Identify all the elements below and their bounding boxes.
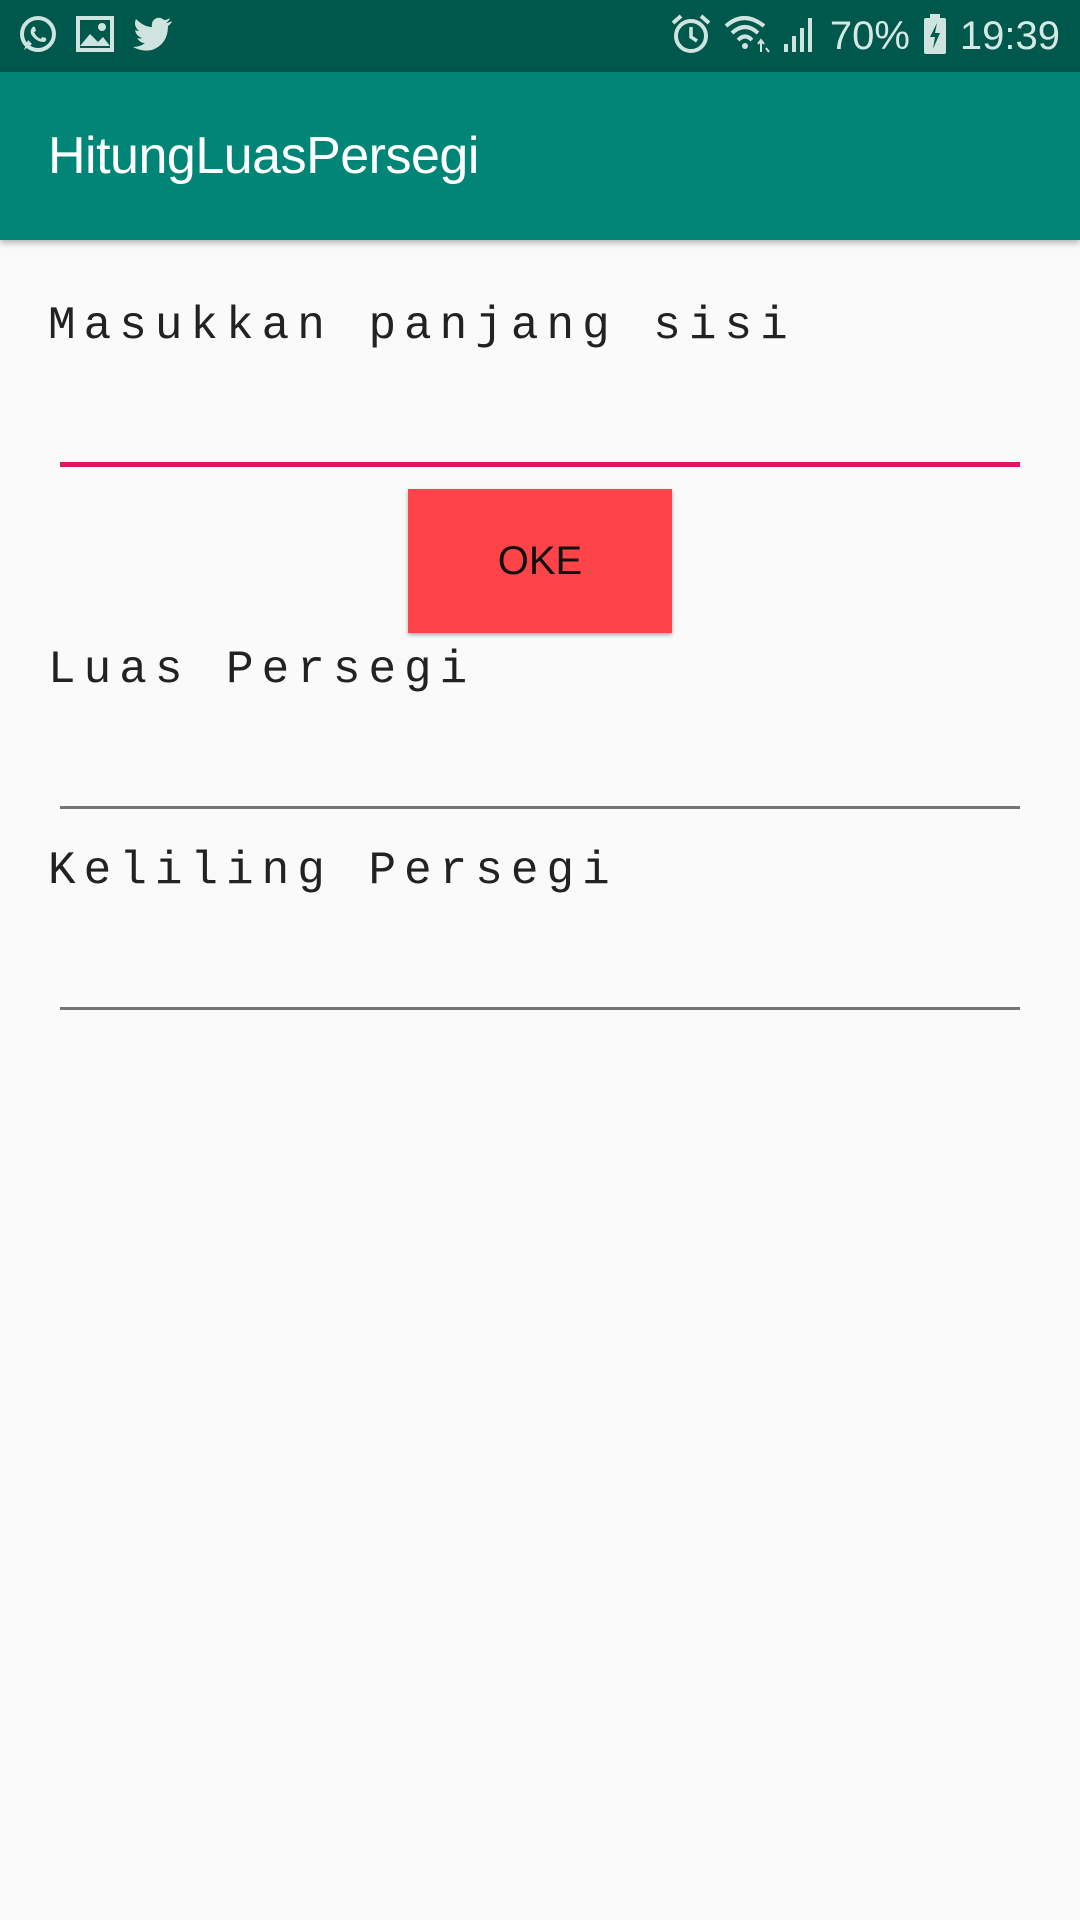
notification-icons <box>18 14 174 59</box>
side-length-input-underline <box>60 462 1020 467</box>
alarm-icon <box>670 13 712 60</box>
perimeter-field[interactable]: Keliling Persegi <box>48 845 618 897</box>
whatsapp-icon <box>18 14 58 59</box>
twitter-icon <box>132 16 174 57</box>
area-field-underline <box>60 806 1020 809</box>
clock-time: 19:39 <box>959 14 1060 58</box>
app-bar: HitungLuasPersegi <box>0 72 1080 240</box>
oke-button[interactable]: OKE <box>408 489 672 633</box>
status-bar: 70% 19:39 <box>0 0 1080 72</box>
app-title: HitungLuasPersegi <box>48 127 479 185</box>
battery-percentage: 70% <box>829 14 910 58</box>
area-field[interactable]: Luas Persegi <box>48 644 475 696</box>
wifi-icon <box>724 14 770 59</box>
perimeter-field-underline <box>60 1007 1020 1010</box>
battery-charging-icon <box>922 13 948 60</box>
signal-icon <box>782 14 818 59</box>
side-length-input[interactable]: Masukkan panjang sisi <box>48 300 796 352</box>
gallery-icon <box>76 16 114 57</box>
system-status: 70% 19:39 <box>670 10 1060 62</box>
